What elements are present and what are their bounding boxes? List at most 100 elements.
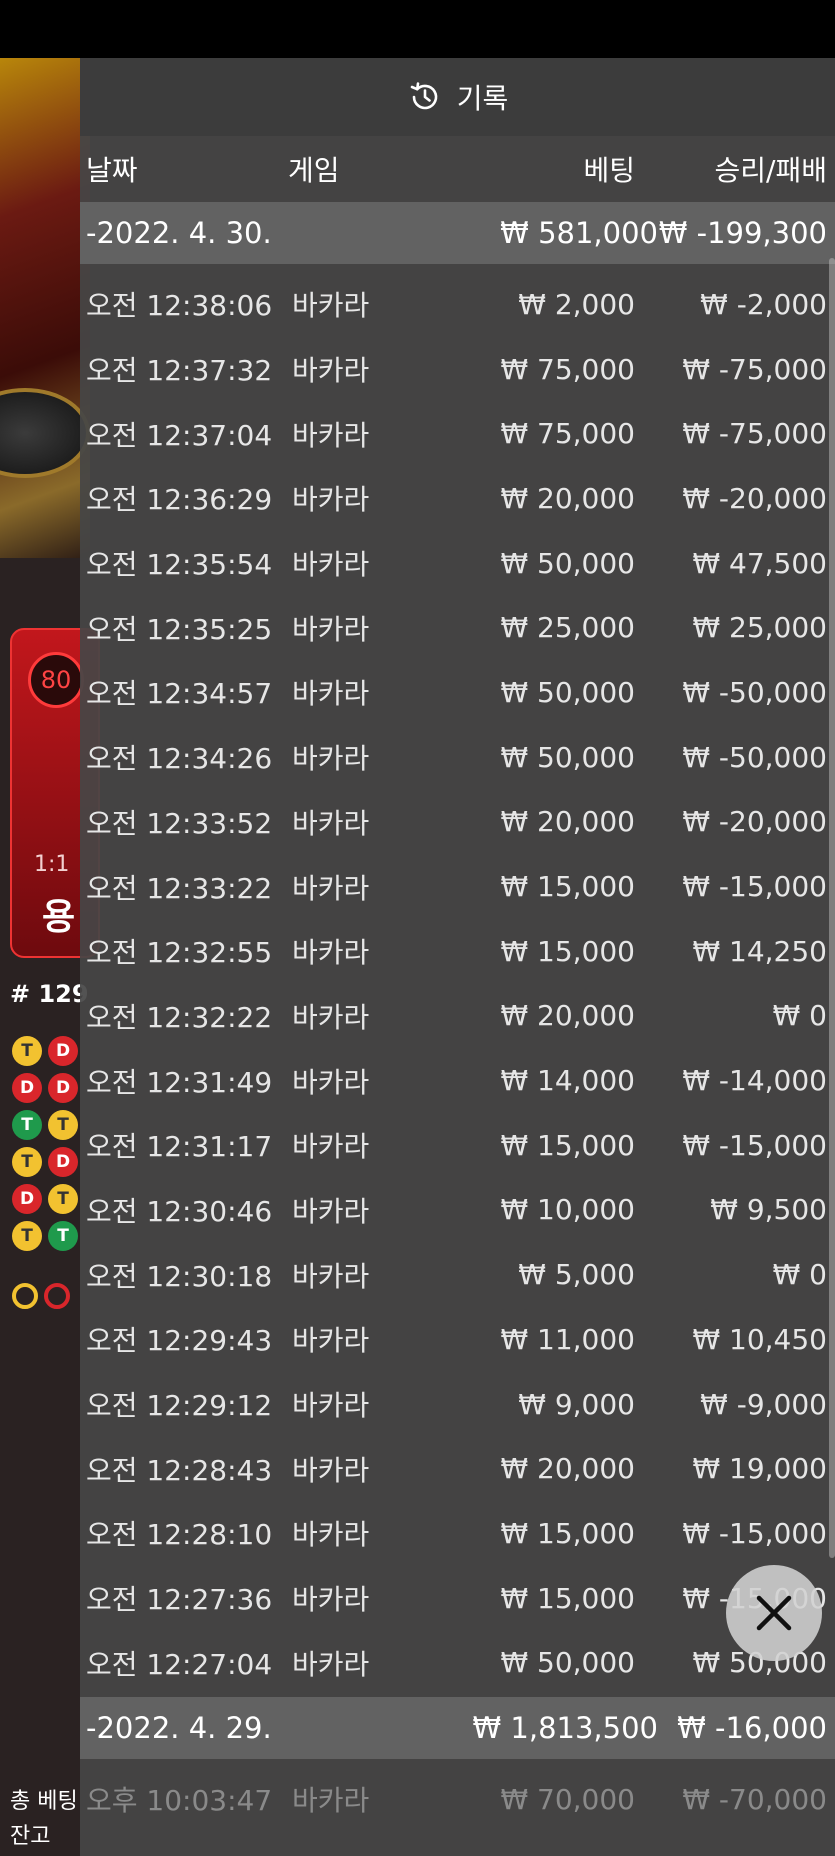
road-dot: T [48, 1184, 78, 1214]
row-time: 오전 12:31:17 [86, 1130, 273, 1164]
row-game: 바카라 [292, 742, 370, 776]
column-date: 날짜 [86, 154, 138, 187]
scrollbar[interactable] [829, 258, 835, 1558]
history-row[interactable]: 오전 12:35:54 바카라 ₩ 50,000 ₩ 47,500 [80, 531, 835, 596]
road-dot: T [12, 1147, 42, 1177]
road-dot: D [12, 1184, 42, 1214]
row-game: 바카라 [292, 1453, 370, 1487]
row-bet: ₩ 15,000 [500, 1516, 635, 1550]
row-game: 바카라 [292, 1389, 370, 1423]
history-row[interactable]: 오전 12:27:36바카라₩ 15,000₩ -15,000 [80, 1566, 835, 1631]
row-bet: ₩ 75,000 [500, 417, 635, 451]
road-ring [12, 1283, 38, 1309]
row-game: 바카라 [292, 936, 370, 970]
row-bet: ₩ 20,000 [500, 1452, 635, 1486]
history-row[interactable]: 오전 12:29:12 바카라 ₩ 9,000 ₩ -9,000 [80, 1372, 835, 1437]
row-game: 바카라 [292, 1259, 370, 1293]
row-win-loss: ₩ -50,000 [682, 740, 827, 774]
history-header: 기록 [80, 58, 835, 136]
road-dot: T [48, 1110, 78, 1140]
row-win-loss: ₩ 0 [772, 999, 827, 1033]
row-time: 오전 12:30:46 [86, 1194, 273, 1228]
road-dot: D [12, 1073, 42, 1103]
history-row[interactable]: 오전 12:30:18 바카라 ₩ 5,000 ₩ 0 [80, 1242, 835, 1307]
road-dot: T [12, 1221, 42, 1251]
row-bet: ₩ 20,000 [500, 481, 635, 515]
history-row[interactable]: 오전 12:37:04 바카라 ₩ 75,000 ₩ -75,000 [80, 401, 835, 466]
row-game: 바카라 [292, 1000, 370, 1034]
row-win-loss: ₩ -15,000 [682, 1128, 827, 1162]
row-time: 오전 12:35:54 [86, 548, 273, 582]
history-row[interactable]: 오전 12:38:06 바카라 ₩ 2,000 ₩ -2,000 [80, 272, 835, 337]
row-win-loss: ₩ -2,000 [700, 287, 827, 321]
history-row[interactable]: 오전 12:34:26 바카라 ₩ 50,000 ₩ -50,000 [80, 725, 835, 790]
row-game: 바카라 [292, 354, 370, 388]
row-win-loss: ₩ -14,000 [682, 1064, 827, 1098]
row-win-loss: ₩ -50,000 [682, 675, 827, 709]
row-bet: ₩ 5,000 [518, 1258, 635, 1292]
row-win-loss: ₩ 47,500 [692, 546, 827, 580]
history-row[interactable]: 오전 12:27:04 바카라 ₩ 50,000 ₩ 50,000 [80, 1630, 835, 1695]
history-row[interactable]: 오전 12:32:55 바카라 ₩ 15,000 ₩ 14,250 [80, 919, 835, 984]
row-time: 오전 12:32:22 [86, 1000, 273, 1034]
row-game: 바카라 [292, 1194, 370, 1228]
history-row[interactable]: 오전 12:36:29 바카라 ₩ 20,000 ₩ -20,000 [80, 466, 835, 531]
history-row[interactable]: 오전 12:30:46 바카라 ₩ 10,000 ₩ 9,500 [80, 1178, 835, 1243]
row-game: 바카라 [292, 1784, 370, 1818]
dealer-table-decoration [0, 58, 90, 558]
row-bet: ₩ 50,000 [500, 546, 635, 580]
row-time: 오전 12:29:12 [86, 1389, 273, 1423]
row-game: 바카라 [292, 1583, 370, 1617]
road-dot: D [48, 1036, 78, 1066]
history-row[interactable]: 오전 12:33:22 바카라 ₩ 15,000 ₩ -15,000 [80, 854, 835, 919]
road-dot: T [12, 1036, 42, 1066]
row-bet: ₩ 50,000 [500, 1646, 635, 1680]
row-win-loss: ₩ 0 [772, 1258, 827, 1292]
road-ring [44, 1283, 70, 1309]
column-header-row: 날짜 게임 베팅 승리/패배 [80, 136, 835, 202]
history-row[interactable]: 오전 12:29:43 바카라 ₩ 11,000 ₩ 10,450 [80, 1307, 835, 1372]
row-game: 바카라 [292, 483, 370, 517]
row-time: 오전 12:29:43 [86, 1324, 273, 1358]
row-time: 오전 12:34:57 [86, 677, 273, 711]
history-row[interactable]: 오전 12:31:49 바카라 ₩ 14,000 ₩ -14,000 [80, 1048, 835, 1113]
history-row[interactable]: 오후 10:03:47 바카라 ₩ 70,000 ₩ -70,000 [80, 1767, 835, 1832]
panel-title: 기록 [456, 82, 509, 115]
bet-payout-ratio: 1:1 [34, 852, 70, 877]
history-panel: 기록 날짜 게임 베팅 승리/패배 -2022. 4. 30. ₩ 581,00… [80, 58, 835, 1856]
row-win-loss: ₩ 25,000 [692, 611, 827, 645]
close-icon [756, 1595, 792, 1631]
row-time: 오전 12:34:26 [86, 742, 273, 776]
row-time: 오전 12:27:04 [86, 1647, 273, 1681]
history-row[interactable]: 오전 12:32:22 바카라 ₩ 20,000 ₩ 0 [80, 984, 835, 1049]
row-bet: ₩ 75,000 [500, 352, 635, 386]
row-bet: ₩ 50,000 [500, 675, 635, 709]
row-time: 오전 12:33:22 [86, 871, 273, 905]
history-row[interactable]: 오전 12:28:43 바카라 ₩ 20,000 ₩ 19,000 [80, 1436, 835, 1501]
history-row[interactable]: 오전 12:37:32 바카라 ₩ 75,000 ₩ -75,000 [80, 337, 835, 402]
close-button[interactable] [726, 1565, 822, 1661]
road-dot: T [48, 1221, 78, 1251]
row-game: 바카라 [292, 548, 370, 582]
date-group-row[interactable]: -2022. 4. 30. ₩ 581,000 ₩ -199,300 [80, 202, 835, 264]
row-time: 오전 12:38:06 [86, 289, 273, 323]
history-row[interactable]: 오전 12:34:57 바카라 ₩ 50,000 ₩ -50,000 [80, 660, 835, 725]
row-game: 바카라 [292, 806, 370, 840]
row-time: 오전 12:28:10 [86, 1518, 273, 1552]
row-game: 바카라 [292, 1065, 370, 1099]
history-row[interactable]: 오전 12:35:25 바카라 ₩ 25,000 ₩ 25,000 [80, 595, 835, 660]
round-number: # 129 [10, 980, 89, 1008]
row-game: 바카라 [292, 1647, 370, 1681]
history-row[interactable]: 오전 12:31:17 바카라 ₩ 15,000 ₩ -15,000 [80, 1113, 835, 1178]
row-time: 오전 12:37:32 [86, 354, 273, 388]
row-win-loss: ₩ 19,000 [692, 1452, 827, 1486]
row-time: 오전 12:32:55 [86, 936, 273, 970]
history-row[interactable]: 오전 12:33:52 바카라 ₩ 20,000 ₩ -20,000 [80, 790, 835, 855]
row-bet: ₩ 15,000 [500, 1128, 635, 1162]
row-bet: ₩ 15,000 [500, 934, 635, 968]
row-game: 바카라 [292, 1130, 370, 1164]
date-group-row[interactable]: -2022. 4. 29. ₩ 1,813,500 ₩ -16,000 [80, 1697, 835, 1760]
row-bet: ₩ 10,000 [500, 1193, 635, 1227]
history-list: 오후 10:03:47 바카라 ₩ 70,000 ₩ -70,000 [80, 1759, 835, 1832]
history-row[interactable]: 오전 12:28:10 바카라 ₩ 15,000 ₩ -15,000 [80, 1501, 835, 1566]
